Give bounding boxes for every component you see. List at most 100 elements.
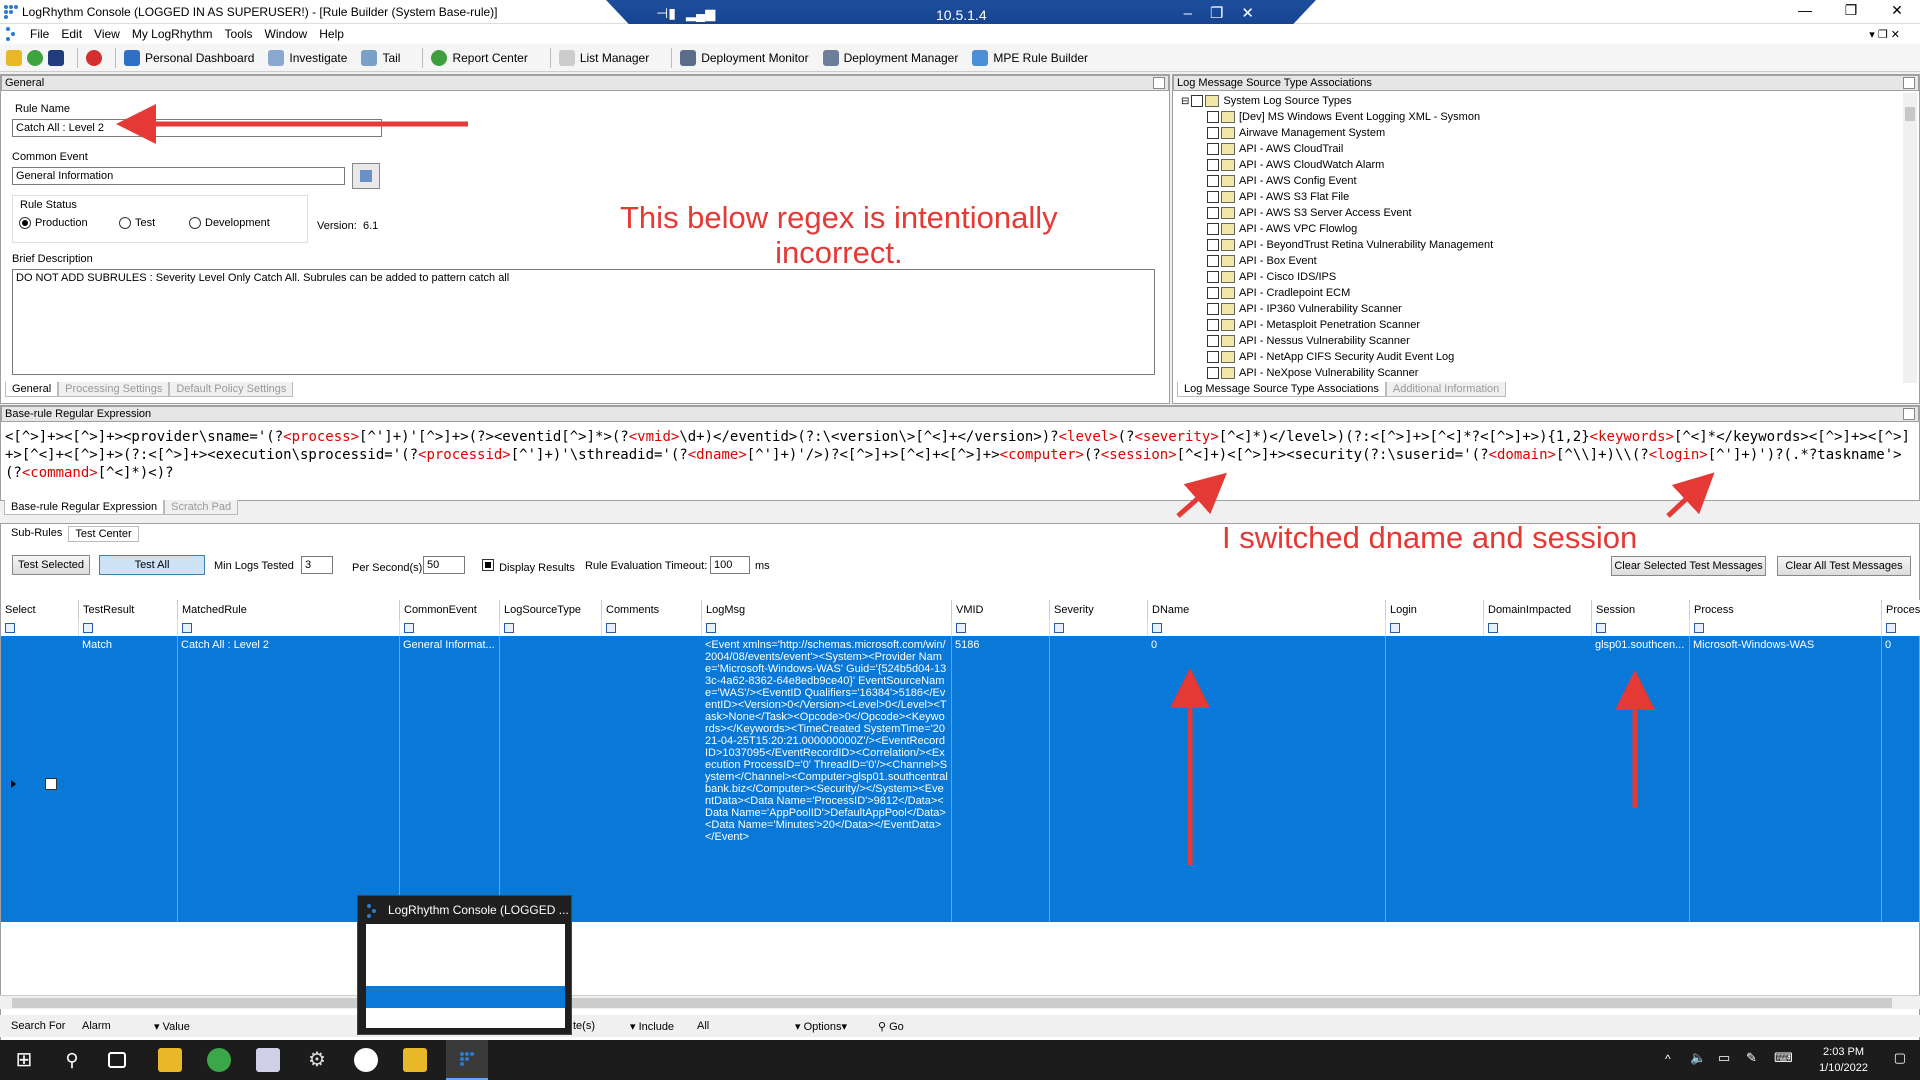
tree-scrollbar[interactable]: [1903, 93, 1917, 383]
filter-cell[interactable]: [1690, 620, 1882, 636]
filter-icon[interactable]: [606, 623, 616, 633]
tree-checkbox[interactable]: [1207, 319, 1219, 331]
include-select[interactable]: All: [697, 1020, 709, 1032]
log-source-item[interactable]: API - Box Event: [1181, 253, 1901, 269]
tree-checkbox[interactable]: [1207, 111, 1219, 123]
tray-network-icon[interactable]: ▭: [1718, 1050, 1730, 1066]
log-source-item[interactable]: API - BeyondTrust Retina Vulnerability M…: [1181, 237, 1901, 253]
menu-view[interactable]: View: [88, 27, 126, 41]
column-header[interactable]: DomainImpacted: [1484, 600, 1592, 620]
filter-cell[interactable]: [1484, 620, 1592, 636]
toolbar-report-center[interactable]: Report Center: [431, 49, 528, 66]
toolbar-deployment-monitor[interactable]: Deployment Monitor: [680, 49, 809, 66]
column-header[interactable]: Login: [1386, 600, 1484, 620]
tree-checkbox[interactable]: [1207, 303, 1219, 315]
filter-icon[interactable]: [182, 623, 192, 633]
test-selected-button[interactable]: Test Selected: [12, 555, 90, 575]
clear-all-button[interactable]: Clear All Test Messages: [1777, 556, 1911, 576]
rdp-controls[interactable]: –❐✕: [1184, 4, 1272, 22]
toolbar-investigate[interactable]: Investigate: [268, 49, 347, 66]
log-source-item[interactable]: API - Cradlepoint ECM: [1181, 285, 1901, 301]
tree-checkbox[interactable]: [1207, 351, 1219, 363]
options-menu[interactable]: ▾ Options▾: [795, 1020, 847, 1033]
filter-cell[interactable]: [500, 620, 602, 636]
menu-edit[interactable]: Edit: [55, 27, 88, 41]
log-source-item[interactable]: API - AWS VPC Flowlog: [1181, 221, 1901, 237]
tree-checkbox[interactable]: [1207, 175, 1219, 187]
scroll-thumb[interactable]: [1905, 107, 1915, 121]
filter-icon[interactable]: [1390, 623, 1400, 633]
notification-icon[interactable]: ▢: [1894, 1050, 1906, 1066]
menu-file[interactable]: File: [24, 27, 55, 41]
column-header[interactable]: LogSourceType: [500, 600, 602, 620]
clear-selected-button[interactable]: Clear Selected Test Messages: [1611, 556, 1766, 576]
toolbar-personal-dashboard[interactable]: Personal Dashboard: [124, 49, 254, 66]
filter-cell[interactable]: [1, 620, 79, 636]
windows-start-icon[interactable]: ⊞: [12, 1048, 36, 1072]
log-source-item[interactable]: API - IP360 Vulnerability Scanner: [1181, 301, 1901, 317]
filter-cell[interactable]: [1882, 620, 1920, 636]
tree-root[interactable]: ⊟ System Log Source Types: [1181, 93, 1901, 109]
save-icon[interactable]: [48, 49, 64, 66]
filter-icon[interactable]: [504, 623, 514, 633]
column-header[interactable]: CommonEvent: [400, 600, 500, 620]
tray-pen-icon[interactable]: ✎: [1746, 1050, 1757, 1066]
log-source-item[interactable]: API - NetApp CIFS Security Audit Event L…: [1181, 349, 1901, 365]
filter-icon[interactable]: [1886, 623, 1896, 633]
tab-general[interactable]: General: [5, 382, 59, 397]
tree-checkbox[interactable]: [1207, 143, 1219, 155]
logrhythm-taskbar-button[interactable]: [446, 1040, 488, 1080]
common-event-input[interactable]: General Information: [12, 167, 345, 185]
min-logs-input[interactable]: 3: [301, 556, 333, 574]
tree-checkbox[interactable]: [1207, 207, 1219, 219]
log-source-item[interactable]: API - NeXpose Vulnerability Scanner: [1181, 365, 1901, 381]
log-source-item[interactable]: Airwave Management System: [1181, 125, 1901, 141]
close-button[interactable]: ✕: [1874, 0, 1920, 24]
value-label[interactable]: ▾ Value: [154, 1020, 190, 1033]
task-view-icon[interactable]: [108, 1052, 126, 1068]
filter-cell[interactable]: [952, 620, 1050, 636]
tab-base-rule-regex[interactable]: Base-rule Regular Expression: [4, 500, 165, 515]
menu-help[interactable]: Help: [313, 27, 350, 41]
go-button[interactable]: ⚲ Go: [878, 1020, 904, 1033]
display-results-checkbox[interactable]: Display Results: [482, 559, 575, 574]
toolbar-deployment-manager[interactable]: Deployment Manager: [822, 49, 958, 66]
tab-additional-information[interactable]: Additional Information: [1385, 382, 1507, 397]
tab-processing-settings[interactable]: Processing Settings: [58, 382, 170, 397]
filter-cell[interactable]: [400, 620, 500, 636]
row-select-checkbox[interactable]: [45, 778, 57, 790]
regex-editor[interactable]: <[^>]+><[^>]+><provider\sname='(?<proces…: [5, 428, 1910, 482]
menu-tools[interactable]: Tools: [219, 27, 259, 41]
log-source-item[interactable]: API - Metasploit Penetration Scanner: [1181, 317, 1901, 333]
test-all-button[interactable]: Test All: [99, 555, 205, 575]
filter-icon[interactable]: [706, 623, 716, 633]
tray-chevron-icon[interactable]: ^: [1665, 1052, 1671, 1066]
restore-button[interactable]: ❐: [1828, 0, 1874, 24]
column-header[interactable]: Session: [1592, 600, 1690, 620]
filter-cell[interactable]: [1592, 620, 1690, 636]
search-type-select[interactable]: Alarm: [82, 1020, 111, 1032]
tree-checkbox[interactable]: [1207, 127, 1219, 139]
log-source-item[interactable]: API - AWS CloudWatch Alarm: [1181, 157, 1901, 173]
pin-icon[interactable]: [1903, 408, 1915, 420]
filter-icon[interactable]: [5, 623, 15, 633]
tab-scratch-pad[interactable]: Scratch Pad: [164, 500, 239, 515]
grid-hscrollbar[interactable]: [0, 995, 1920, 1009]
column-header[interactable]: DName: [1148, 600, 1386, 620]
tree-checkbox[interactable]: [1207, 159, 1219, 171]
pin-icon[interactable]: [1903, 77, 1915, 89]
filter-cell[interactable]: [602, 620, 702, 636]
filter-cell[interactable]: [1386, 620, 1484, 636]
stop-icon[interactable]: [86, 49, 102, 66]
menu-window[interactable]: Window: [259, 27, 314, 41]
minimize-button[interactable]: —: [1782, 0, 1828, 24]
filter-icon[interactable]: [956, 623, 966, 633]
tree-checkbox[interactable]: [1207, 255, 1219, 267]
column-header[interactable]: TestResult: [79, 600, 178, 620]
log-source-item[interactable]: API - AWS CloudTrail: [1181, 141, 1901, 157]
common-event-picker-button[interactable]: [352, 163, 380, 189]
timeout-input[interactable]: 100: [710, 556, 750, 574]
column-header[interactable]: Select: [1, 600, 79, 620]
filter-icon[interactable]: [1694, 623, 1704, 633]
filter-icon[interactable]: [1488, 623, 1498, 633]
